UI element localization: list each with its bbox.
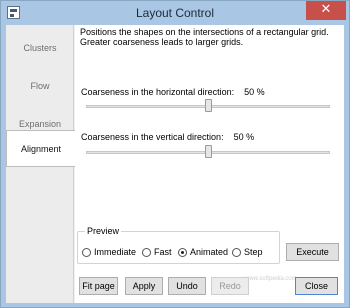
preview-option-animated[interactable]: Animated: [178, 247, 228, 257]
preview-option-step[interactable]: Step: [232, 247, 263, 257]
tab-clusters[interactable]: Clusters: [6, 29, 74, 66]
radio-step[interactable]: [232, 247, 241, 257]
horizontal-coarseness-text: Coarseness in the horizontal direction:: [81, 87, 235, 97]
preview-option-immediate[interactable]: Immediate: [82, 247, 136, 257]
layout-control-window: Layout Control ✕ Clusters Flow Expansion…: [0, 0, 350, 308]
vertical-coarseness-label: Coarseness in the vertical direction: 50 …: [81, 132, 254, 142]
apply-button[interactable]: Apply: [125, 277, 163, 295]
radio-animated[interactable]: [178, 247, 187, 257]
fit-page-button[interactable]: Fit page: [79, 277, 118, 295]
preview-option-fast[interactable]: Fast: [142, 247, 172, 257]
close-button[interactable]: Close: [295, 277, 338, 295]
radio-fast-label: Fast: [154, 247, 172, 257]
tab-flow[interactable]: Flow: [6, 67, 74, 104]
window-title: Layout Control: [135, 6, 215, 20]
horizontal-coarseness-value: 50 %: [244, 87, 265, 97]
tab-alignment[interactable]: Alignment: [6, 130, 75, 167]
undo-button[interactable]: Undo: [168, 277, 206, 295]
preview-group-label: Preview: [85, 226, 122, 236]
vertical-coarseness-slider[interactable]: [86, 145, 330, 159]
radio-immediate-label: Immediate: [94, 247, 137, 257]
preview-group: Preview Immediate Fast Animated Step: [77, 226, 280, 264]
radio-fast[interactable]: [142, 247, 151, 257]
tab-strip: Clusters Flow Expansion Alignment: [6, 25, 75, 303]
radio-animated-label: Animated: [190, 247, 229, 257]
window-close-button[interactable]: ✕: [306, 1, 346, 20]
alignment-panel: Positions the shapes on the intersection…: [75, 25, 344, 303]
watermark-text: www.softpedia.com: [245, 276, 297, 282]
dialog-body: Clusters Flow Expansion Alignment Positi…: [6, 25, 344, 303]
vertical-slider-thumb[interactable]: [205, 145, 212, 158]
horizontal-coarseness-label: Coarseness in the horizontal direction: 5…: [81, 87, 265, 97]
redo-button[interactable]: Redo: [211, 277, 249, 295]
alignment-description: Positions the shapes on the intersection…: [80, 27, 329, 47]
horizontal-coarseness-slider[interactable]: [86, 99, 330, 113]
horizontal-slider-thumb[interactable]: [205, 99, 212, 112]
execute-button[interactable]: Execute: [286, 243, 339, 261]
radio-step-label: Step: [244, 247, 263, 257]
title-bar[interactable]: Layout Control ✕: [1, 1, 349, 25]
vertical-coarseness-text: Coarseness in the vertical direction:: [81, 132, 224, 142]
radio-immediate[interactable]: [82, 247, 91, 257]
vertical-coarseness-value: 50 %: [233, 132, 255, 142]
